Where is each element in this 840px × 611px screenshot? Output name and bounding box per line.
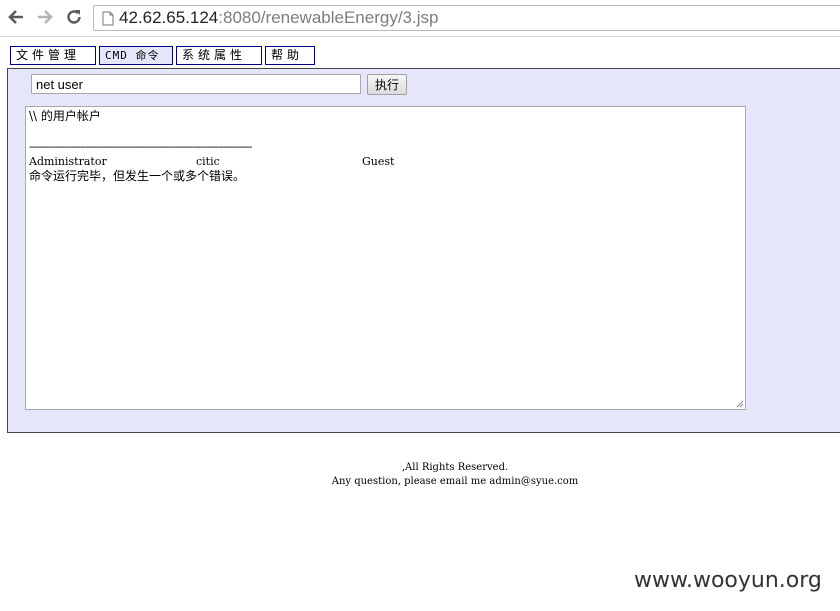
output-separator: ----------------------------------------… xyxy=(29,140,252,153)
tab-cmd-label: CMD 命令 xyxy=(105,49,160,62)
tab-help[interactable]: 帮助 xyxy=(265,46,315,65)
reload-button[interactable] xyxy=(63,6,85,28)
output-header: \\ 的用户帐户 xyxy=(29,109,101,123)
command-output[interactable]: \\ 的用户帐户 -------------------------------… xyxy=(25,106,746,410)
user-guest: Guest xyxy=(362,155,395,168)
command-input[interactable] xyxy=(31,74,361,94)
output-blank xyxy=(29,124,742,139)
output-status: 命令运行完毕，但发生一个或多个错误。 xyxy=(29,169,246,183)
user-citic: citic xyxy=(196,155,220,168)
tab-system-properties[interactable]: 系统属性 xyxy=(176,46,262,65)
browser-toolbar: 42.62.65.124:8080/renewableEnergy/3.jsp xyxy=(0,0,840,37)
footer-contact: Any question, please email me admin@syue… xyxy=(331,476,579,487)
page-icon xyxy=(102,11,114,26)
back-button[interactable] xyxy=(5,6,27,28)
footer-copyright: ,All Rights Reserved. xyxy=(401,462,509,473)
forward-button[interactable] xyxy=(34,6,56,28)
tab-file-manager[interactable]: 文件管理 xyxy=(10,46,96,65)
back-icon xyxy=(8,10,23,24)
reload-icon xyxy=(67,10,81,24)
forward-icon xyxy=(38,10,53,24)
cmd-panel: 执行 \\ 的用户帐户 ----------------------------… xyxy=(7,68,840,433)
address-bar[interactable]: 42.62.65.124:8080/renewableEnergy/3.jsp xyxy=(93,5,840,31)
url-text: 42.62.65.124:8080/renewableEnergy/3.jsp xyxy=(119,8,439,27)
execute-button[interactable]: 执行 xyxy=(367,74,407,95)
user-administrator: Administrator xyxy=(29,155,107,168)
footer: ,All Rights Reserved. Any question, plea… xyxy=(0,461,840,489)
tab-cmd[interactable]: CMD 命令 xyxy=(99,46,173,65)
watermark: www.wooyun.org xyxy=(634,568,822,593)
resize-grip-icon[interactable] xyxy=(736,400,744,408)
output-users-row: Administrator citic Guest xyxy=(29,154,742,169)
